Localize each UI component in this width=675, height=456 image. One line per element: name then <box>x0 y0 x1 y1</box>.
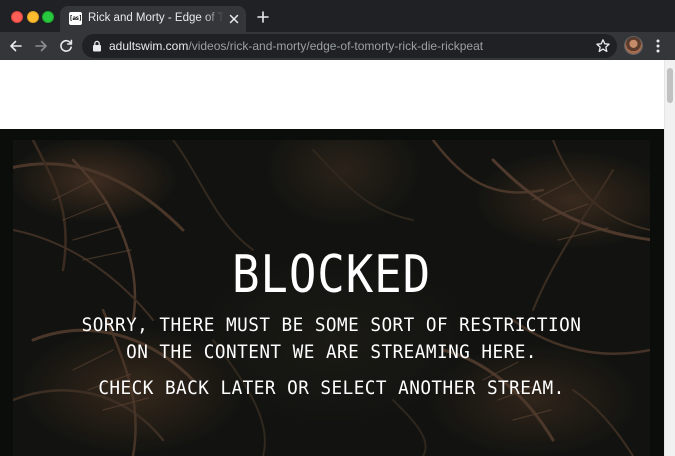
site-header-area <box>0 60 664 129</box>
url-host: adultswim.com <box>109 39 189 53</box>
browser-titlebar: [as] Rick and Morty - Edge of Tomorty: R… <box>0 0 675 32</box>
close-icon[interactable] <box>227 12 241 26</box>
window-close-button[interactable] <box>11 11 23 23</box>
plus-icon[interactable] <box>256 10 270 24</box>
address-bar[interactable]: adultswim.com/videos/rick-and-morty/edge… <box>82 34 617 58</box>
blocked-title: BLOCKED <box>231 245 432 305</box>
url-path: /videos/rick-and-morty/edge-of-tomorty-r… <box>188 39 484 53</box>
reload-icon[interactable] <box>58 38 74 54</box>
browser-tab[interactable]: [as] Rick and Morty - Edge of Tomorty: R… <box>60 6 246 32</box>
window-minimize-button[interactable] <box>27 11 39 23</box>
star-icon[interactable] <box>595 38 611 54</box>
blocked-message-line-2: ON THE CONTENT WE ARE STREAMING HERE. <box>126 341 537 363</box>
browser-toolbar: adultswim.com/videos/rick-and-morty/edge… <box>0 32 675 60</box>
favicon-text: [as] <box>69 15 82 22</box>
blocked-message: SORRY, THERE MUST BE SOME SORT OF RESTRI… <box>35 312 627 366</box>
arrow-right-icon[interactable] <box>33 38 49 54</box>
blocked-message-line-1: SORRY, THERE MUST BE SOME SORT OF RESTRI… <box>81 314 582 336</box>
page-scrollbar[interactable] <box>664 60 675 456</box>
page-scrollbar-thumb[interactable] <box>667 68 673 103</box>
page-viewport: BLOCKED SORRY, THERE MUST BE SOME SORT O… <box>0 60 675 456</box>
window-zoom-button[interactable] <box>42 11 54 23</box>
arrow-left-icon[interactable] <box>8 38 24 54</box>
adultswim-favicon-icon: [as] <box>69 12 82 25</box>
url-text: adultswim.com/videos/rick-and-morty/edge… <box>109 39 483 53</box>
kebab-menu-icon[interactable] <box>654 38 662 54</box>
tab-title: Rick and Morty - Edge of Tomorty: Rick D… <box>88 12 224 24</box>
blocked-overlay: BLOCKED SORRY, THERE MUST BE SOME SORT O… <box>13 140 650 456</box>
blocked-hint: CHECK BACK LATER OR SELECT ANOTHER STREA… <box>98 377 565 399</box>
lock-icon[interactable] <box>92 40 102 52</box>
profile-avatar[interactable] <box>625 37 642 54</box>
